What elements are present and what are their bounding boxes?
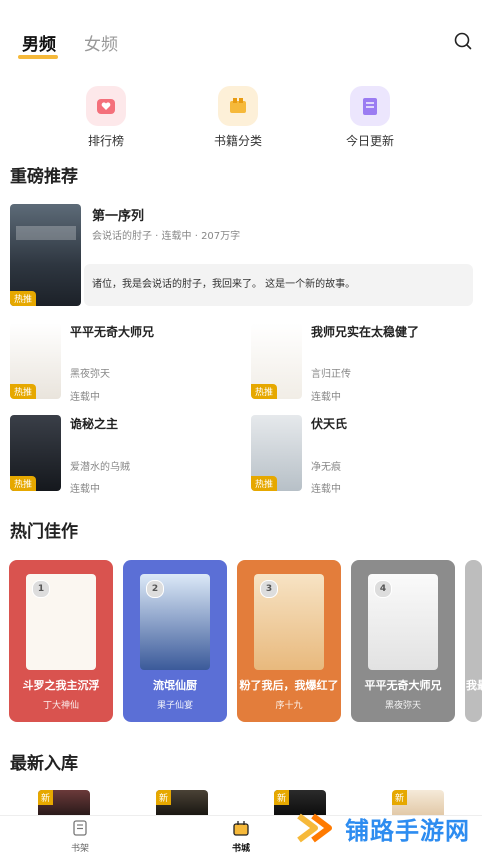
tab-male[interactable]: 男频 xyxy=(22,30,56,55)
heart-badge-icon xyxy=(86,86,126,126)
latest-section-title: 最新入库 xyxy=(10,754,78,774)
hot-author: 序十九 xyxy=(275,701,303,711)
rank-badge: 3 xyxy=(260,580,278,598)
hot-title: 我最 xyxy=(466,679,482,692)
cover-art xyxy=(16,226,76,240)
featured-cover[interactable]: 热推 xyxy=(10,204,81,306)
featured-desc: 诸位，我是会说话的肘子，我回来了。 这是一个新的故事。 xyxy=(84,264,473,306)
today-update-label: 今日更新 xyxy=(345,134,394,148)
featured-meta: 会说话的肘子 · 连载中 · 207万字 xyxy=(92,231,241,242)
tab-female[interactable]: 女频 xyxy=(84,30,118,55)
hot-title: 斗罗之我主沉浮 xyxy=(22,679,100,692)
book-title[interactable]: 伏天氏 xyxy=(311,415,347,432)
book-cover[interactable]: 热推 xyxy=(251,323,302,399)
category-button[interactable]: 书籍分类 xyxy=(198,86,278,149)
watermark-logo-icon xyxy=(297,813,332,843)
new-tag: 新 xyxy=(392,790,408,805)
book-author: 净无痕 xyxy=(311,462,341,473)
book-status: 连载中 xyxy=(70,484,100,495)
rank-badge: 4 xyxy=(374,580,392,598)
hot-tag: 热推 xyxy=(251,476,278,491)
new-tag: 新 xyxy=(274,790,290,805)
book-cover[interactable]: 新 xyxy=(156,790,208,815)
hot-tag: 热推 xyxy=(10,476,37,491)
nav-store[interactable]: 书城 xyxy=(211,820,271,854)
hot-card[interactable]: 2 流氓仙厨 果子仙宴 xyxy=(123,560,227,722)
recommend-section-title: 重磅推荐 xyxy=(10,167,78,187)
book-author: 言归正传 xyxy=(311,369,351,380)
hot-author: 果子仙宴 xyxy=(156,701,193,711)
book-title[interactable]: 我师兄实在太稳健了 xyxy=(311,323,419,340)
book-status: 连载中 xyxy=(311,392,341,403)
rank-badge: 1 xyxy=(32,580,50,598)
book-cover[interactable]: 热推 xyxy=(251,415,302,491)
hot-card[interactable]: 1 斗罗之我主沉浮 丁大神仙 xyxy=(9,560,113,722)
book-title[interactable]: 诡秘之主 xyxy=(70,415,118,432)
hot-tag: 热推 xyxy=(10,291,37,306)
nav-store-label: 书城 xyxy=(231,844,250,854)
watermark: 铺路手游网 xyxy=(295,808,470,848)
hot-tag: 热推 xyxy=(251,384,278,399)
hot-tag: 热推 xyxy=(10,384,37,399)
search-icon[interactable] xyxy=(452,30,474,52)
ranking-button[interactable]: 排行榜 xyxy=(66,86,146,149)
hot-card[interactable]: 4 平平无奇大师兄 黑夜弥天 xyxy=(351,560,455,722)
nav-shelf-label: 书架 xyxy=(70,844,89,854)
bookstore-icon xyxy=(233,821,249,836)
new-tag: 新 xyxy=(38,790,54,805)
top-bar: 男频 女频 xyxy=(0,0,482,70)
hot-section-title: 热门佳作 xyxy=(10,522,78,542)
hot-title: 粉了我后，我爆红了 xyxy=(239,679,339,692)
rank-badge: 2 xyxy=(146,580,164,598)
nav-shelf[interactable]: 书架 xyxy=(50,820,110,854)
tab-indicator xyxy=(18,55,58,59)
today-update-button[interactable]: 今日更新 xyxy=(330,86,410,149)
hot-author: 丁大神仙 xyxy=(42,701,79,711)
book-author: 黑夜弥天 xyxy=(70,369,110,380)
hot-card[interactable]: 3 粉了我后，我爆红了 序十九 xyxy=(237,560,341,722)
category-label: 书籍分类 xyxy=(213,134,262,148)
hot-card[interactable]: 我最 xyxy=(465,560,482,722)
book-cover[interactable]: 热推 xyxy=(10,323,61,399)
hot-title: 平平无奇大师兄 xyxy=(364,679,442,692)
hot-author: 黑夜弥天 xyxy=(384,701,421,711)
book-status: 连载中 xyxy=(311,484,341,495)
watermark-text: 铺路手游网 xyxy=(345,816,470,845)
bookshelf-icon xyxy=(73,820,87,836)
book-title[interactable]: 平平无奇大师兄 xyxy=(70,323,154,340)
folder-icon xyxy=(218,86,258,126)
ranking-label: 排行榜 xyxy=(87,134,124,148)
book-cover[interactable]: 新 xyxy=(38,790,90,815)
book-author: 爱潜水的乌贼 xyxy=(70,462,130,473)
hot-title: 流氓仙厨 xyxy=(153,679,197,692)
featured-title[interactable]: 第一序列 xyxy=(92,205,144,224)
book-icon xyxy=(350,86,390,126)
new-tag: 新 xyxy=(156,790,172,805)
book-status: 连载中 xyxy=(70,392,100,403)
book-cover[interactable]: 热推 xyxy=(10,415,61,491)
